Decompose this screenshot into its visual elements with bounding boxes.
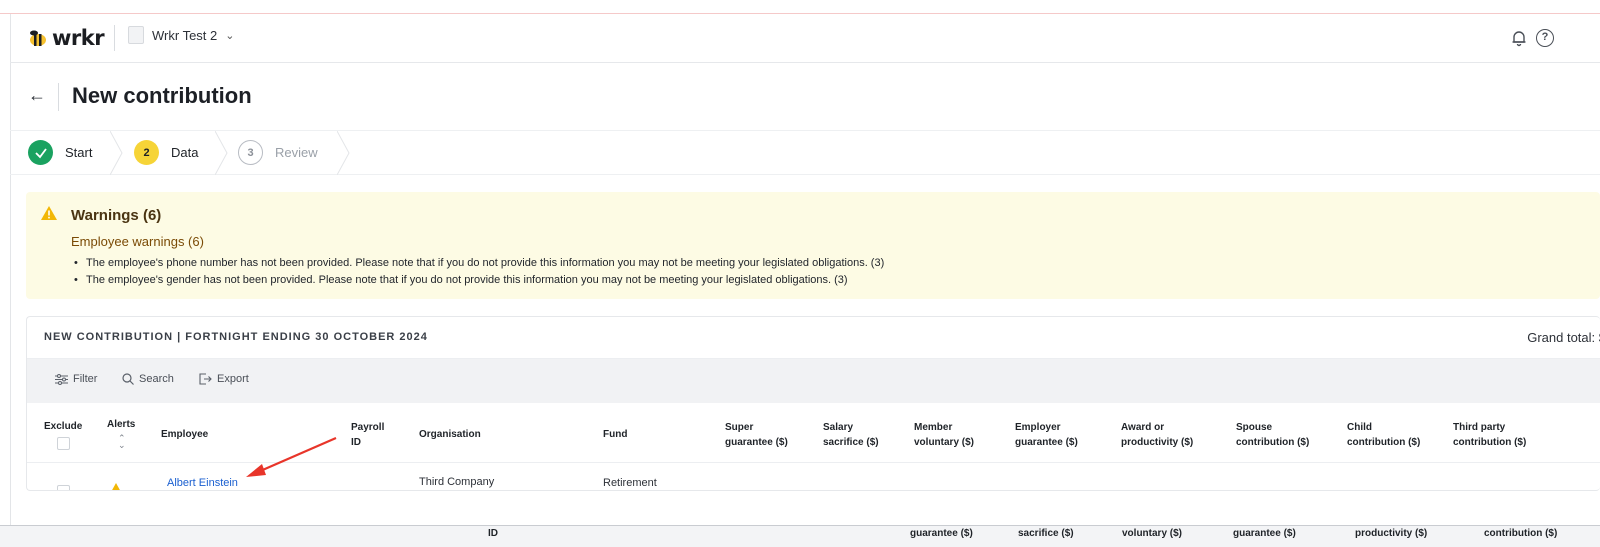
col-line1: Super xyxy=(725,422,754,433)
warnings-panel: Warnings (6) Employee warnings (6) The e… xyxy=(26,192,1600,299)
sort-icon[interactable]: ⌃ ⌄ xyxy=(118,434,126,450)
col-exclude: Exclude xyxy=(44,421,83,432)
col-super-guarantee: Super guarantee ($) xyxy=(725,420,788,450)
bg-label: contribution ($) xyxy=(1484,528,1558,539)
step-label: Data xyxy=(171,145,199,160)
filter-button[interactable]: Filter xyxy=(55,373,97,385)
title-divider xyxy=(58,83,59,111)
logo-text: wrkr xyxy=(52,26,105,50)
filter-label: Filter xyxy=(73,373,98,385)
filter-icon xyxy=(55,373,68,385)
step-review[interactable]: 3 Review xyxy=(238,140,318,165)
col-fund: Fund xyxy=(603,429,628,440)
col-employee: Employee xyxy=(161,429,209,440)
search-icon xyxy=(122,373,134,385)
fund-cell: Retirement xyxy=(603,477,657,489)
document-icon xyxy=(128,26,144,44)
col-child-contribution: Child contribution ($) xyxy=(1347,420,1420,450)
app-header: wrkr Wrkr Test 2 ⌄ ? xyxy=(10,14,1600,63)
table-toolbar: Filter Search Export xyxy=(27,359,1600,403)
warning-item: The employee's gender has not been provi… xyxy=(71,272,884,289)
col-line1: Award or xyxy=(1121,422,1165,433)
step-label: Review xyxy=(275,145,318,160)
col-line2: sacrifice ($) xyxy=(823,437,879,448)
org-switcher[interactable]: Wrkr Test 2 ⌄ xyxy=(128,26,234,44)
col-line1: Spouse xyxy=(1236,422,1273,433)
header-divider xyxy=(114,25,115,51)
export-label: Export xyxy=(217,373,249,385)
export-icon xyxy=(199,373,212,385)
col-award-productivity: Award or productivity ($) xyxy=(1121,420,1193,450)
help-icon[interactable]: ? xyxy=(1536,29,1554,47)
search-button[interactable]: Search xyxy=(122,373,174,385)
warning-icon xyxy=(41,206,57,220)
col-line1: Salary xyxy=(823,422,854,433)
warnings-list: The employee's phone number has not been… xyxy=(71,255,884,289)
grand-total: Grand total: $ xyxy=(1527,330,1600,345)
col-line1: Child xyxy=(1347,422,1372,433)
card-header: NEW CONTRIBUTION | FORTNIGHT ENDING 30 O… xyxy=(27,317,1600,359)
step-separator xyxy=(337,131,350,175)
bell-icon[interactable] xyxy=(1510,29,1528,47)
contribution-period-title: NEW CONTRIBUTION | FORTNIGHT ENDING 30 O… xyxy=(44,331,428,343)
back-arrow-icon[interactable]: ← xyxy=(28,85,46,106)
step-label: Start xyxy=(65,145,93,160)
col-spouse-contribution: Spouse contribution ($) xyxy=(1236,420,1309,450)
chevron-down-icon: ⌄ xyxy=(225,29,235,42)
employee-warnings-subtitle: Employee warnings (6) xyxy=(71,234,204,249)
bg-label: productivity ($) xyxy=(1355,528,1428,539)
bg-label: ID xyxy=(488,528,498,539)
org-name: Wrkr Test 2 xyxy=(152,27,218,43)
col-salary-sacrifice: Salary sacrifice ($) xyxy=(823,420,879,450)
col-payroll-line1: Payroll xyxy=(351,422,385,433)
col-employer-guarantee: Employer guarantee ($) xyxy=(1015,420,1078,450)
organisation-cell: Third Company xyxy=(419,476,495,488)
col-line1: Member xyxy=(914,422,953,433)
col-line2: guarantee ($) xyxy=(725,437,788,448)
step-data[interactable]: 2 Data xyxy=(134,140,198,165)
exclude-all-checkbox[interactable] xyxy=(57,437,70,450)
warning-icon[interactable] xyxy=(111,483,121,491)
progress-stepper: Start 2 Data 3 Review xyxy=(10,131,1600,175)
step-separator xyxy=(215,131,228,175)
col-payroll-id: Payroll ID xyxy=(351,420,384,450)
wrkr-logo[interactable]: wrkr xyxy=(28,26,105,50)
col-line1: Employer xyxy=(1015,422,1061,433)
title-row: ← New contribution xyxy=(10,63,1600,131)
col-payroll-line2: ID xyxy=(351,437,361,448)
annotation-arrow-icon xyxy=(246,436,337,477)
step-start[interactable]: Start xyxy=(28,140,92,165)
step-number: 3 xyxy=(238,140,263,165)
bg-label: guarantee ($) xyxy=(910,528,973,539)
bg-label: sacrifice ($) xyxy=(1018,528,1074,539)
employee-name-link[interactable]: Albert Einstein xyxy=(167,477,238,489)
col-line1: Third party xyxy=(1453,422,1506,433)
warning-item: The employee's phone number has not been… xyxy=(71,255,884,272)
bg-label: voluntary ($) xyxy=(1122,528,1183,539)
col-member-voluntary: Member voluntary ($) xyxy=(914,420,974,450)
bee-icon xyxy=(30,30,46,46)
col-line2: guarantee ($) xyxy=(1015,437,1078,448)
col-line2: contribution ($) xyxy=(1236,437,1310,448)
page-title: New contribution xyxy=(72,83,252,108)
background-window-strip: ID guarantee ($) sacrifice ($) voluntary… xyxy=(0,525,1600,547)
col-alerts: Alerts xyxy=(107,419,136,430)
col-line2: productivity ($) xyxy=(1121,437,1194,448)
col-organisation: Organisation xyxy=(419,429,481,440)
step-number: 2 xyxy=(134,140,159,165)
search-label: Search xyxy=(139,373,174,385)
warnings-title: Warnings (6) xyxy=(71,207,162,224)
check-icon xyxy=(28,140,53,165)
exclude-checkbox[interactable] xyxy=(57,485,70,490)
col-line2: contribution ($) xyxy=(1347,437,1421,448)
step-separator xyxy=(110,131,123,175)
col-line2: voluntary ($) xyxy=(914,437,975,448)
bg-label: guarantee ($) xyxy=(1233,528,1296,539)
col-third-party-contribution: Third party contribution ($) xyxy=(1453,420,1526,450)
col-line2: contribution ($) xyxy=(1453,437,1527,448)
export-button[interactable]: Export xyxy=(199,373,249,385)
